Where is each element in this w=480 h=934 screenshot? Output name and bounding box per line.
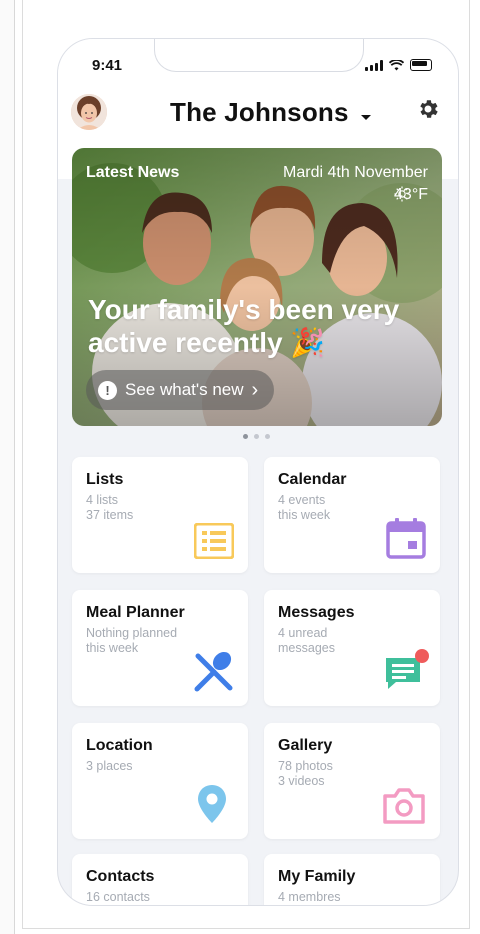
battery-icon (410, 59, 432, 71)
chevron-down-icon[interactable] (361, 115, 371, 120)
card-title: Location (86, 737, 153, 754)
see-whats-new-button[interactable]: ! See what's new › (86, 370, 275, 410)
avatar[interactable] (71, 94, 107, 130)
see-whats-new-label: See what's new (125, 380, 244, 399)
meal-planner-card[interactable]: Meal Planner Nothing planned this week (72, 590, 248, 706)
carousel-indicator (243, 434, 270, 439)
signal-icon (365, 59, 383, 71)
sun-icon (394, 186, 410, 202)
card-subtitle: 16 contacts (86, 890, 150, 904)
calendar-icon (386, 518, 426, 559)
alert-icon: ! (98, 380, 117, 400)
card-subtitle: 4 lists (86, 493, 118, 507)
calendar-card[interactable]: Calendar 4 events this week (264, 457, 440, 573)
card-subtitle: messages (278, 641, 335, 655)
left-panel-edge (0, 0, 15, 934)
card-title: Messages (278, 604, 355, 621)
notch (154, 39, 364, 72)
card-title: Lists (86, 471, 124, 488)
card-title: Meal Planner (86, 604, 185, 621)
card-title: Gallery (278, 737, 333, 754)
status-time: 9:41 (92, 57, 123, 74)
card-subtitle: Nothing planned (86, 626, 178, 640)
list-icon (194, 523, 234, 559)
family-title[interactable]: The Johnsons (170, 97, 349, 128)
lists-card[interactable]: Lists 4 lists 37 items (72, 457, 248, 573)
gallery-card[interactable]: Gallery 78 photos 3 videos (264, 723, 440, 839)
card-title: Contacts (86, 868, 155, 885)
latest-news-banner[interactable]: Latest News Mardi 4th November 43°F Your… (72, 148, 442, 426)
news-headline: Your family's been very active recently … (88, 294, 400, 358)
page-dot[interactable] (243, 434, 248, 439)
card-subtitle: 4 events (278, 493, 326, 507)
card-title: Calendar (278, 471, 347, 488)
date-label: Mardi 4th November (283, 164, 428, 181)
my-family-card[interactable]: My Family 4 membres (264, 854, 440, 905)
camera-icon (383, 788, 425, 824)
page-dot[interactable] (254, 434, 259, 439)
wifi-icon (389, 59, 404, 70)
chat-icon (386, 649, 429, 689)
location-card[interactable]: Location 3 places (72, 723, 248, 839)
card-subtitle: 78 photos (278, 759, 333, 773)
contacts-card[interactable]: Contacts 16 contacts (72, 854, 248, 905)
phone-screen: 9:41 The Johnsons Latest News Mardi 4th … (57, 38, 459, 906)
card-subtitle: 3 places (86, 759, 133, 773)
chevron-right-icon: › (251, 379, 259, 401)
card-subtitle: 4 membres (278, 890, 341, 904)
utensils-icon (194, 651, 233, 692)
card-subtitle: this week (86, 641, 139, 655)
status-icons (365, 59, 432, 71)
messages-card[interactable]: Messages 4 unread messages (264, 590, 440, 706)
notification-badge (415, 649, 429, 663)
weather-readout: 43°F (394, 186, 428, 204)
avatar-image (71, 94, 107, 130)
card-subtitle: 37 items (86, 508, 134, 522)
gear-icon[interactable] (416, 97, 440, 121)
card-title: My Family (278, 868, 356, 885)
page-dot[interactable] (265, 434, 270, 439)
card-subtitle: this week (278, 508, 331, 522)
latest-news-label: Latest News (86, 164, 180, 181)
card-subtitle: 4 unread (278, 626, 328, 640)
card-subtitle: 3 videos (278, 774, 325, 788)
map-pin-icon (198, 785, 226, 823)
